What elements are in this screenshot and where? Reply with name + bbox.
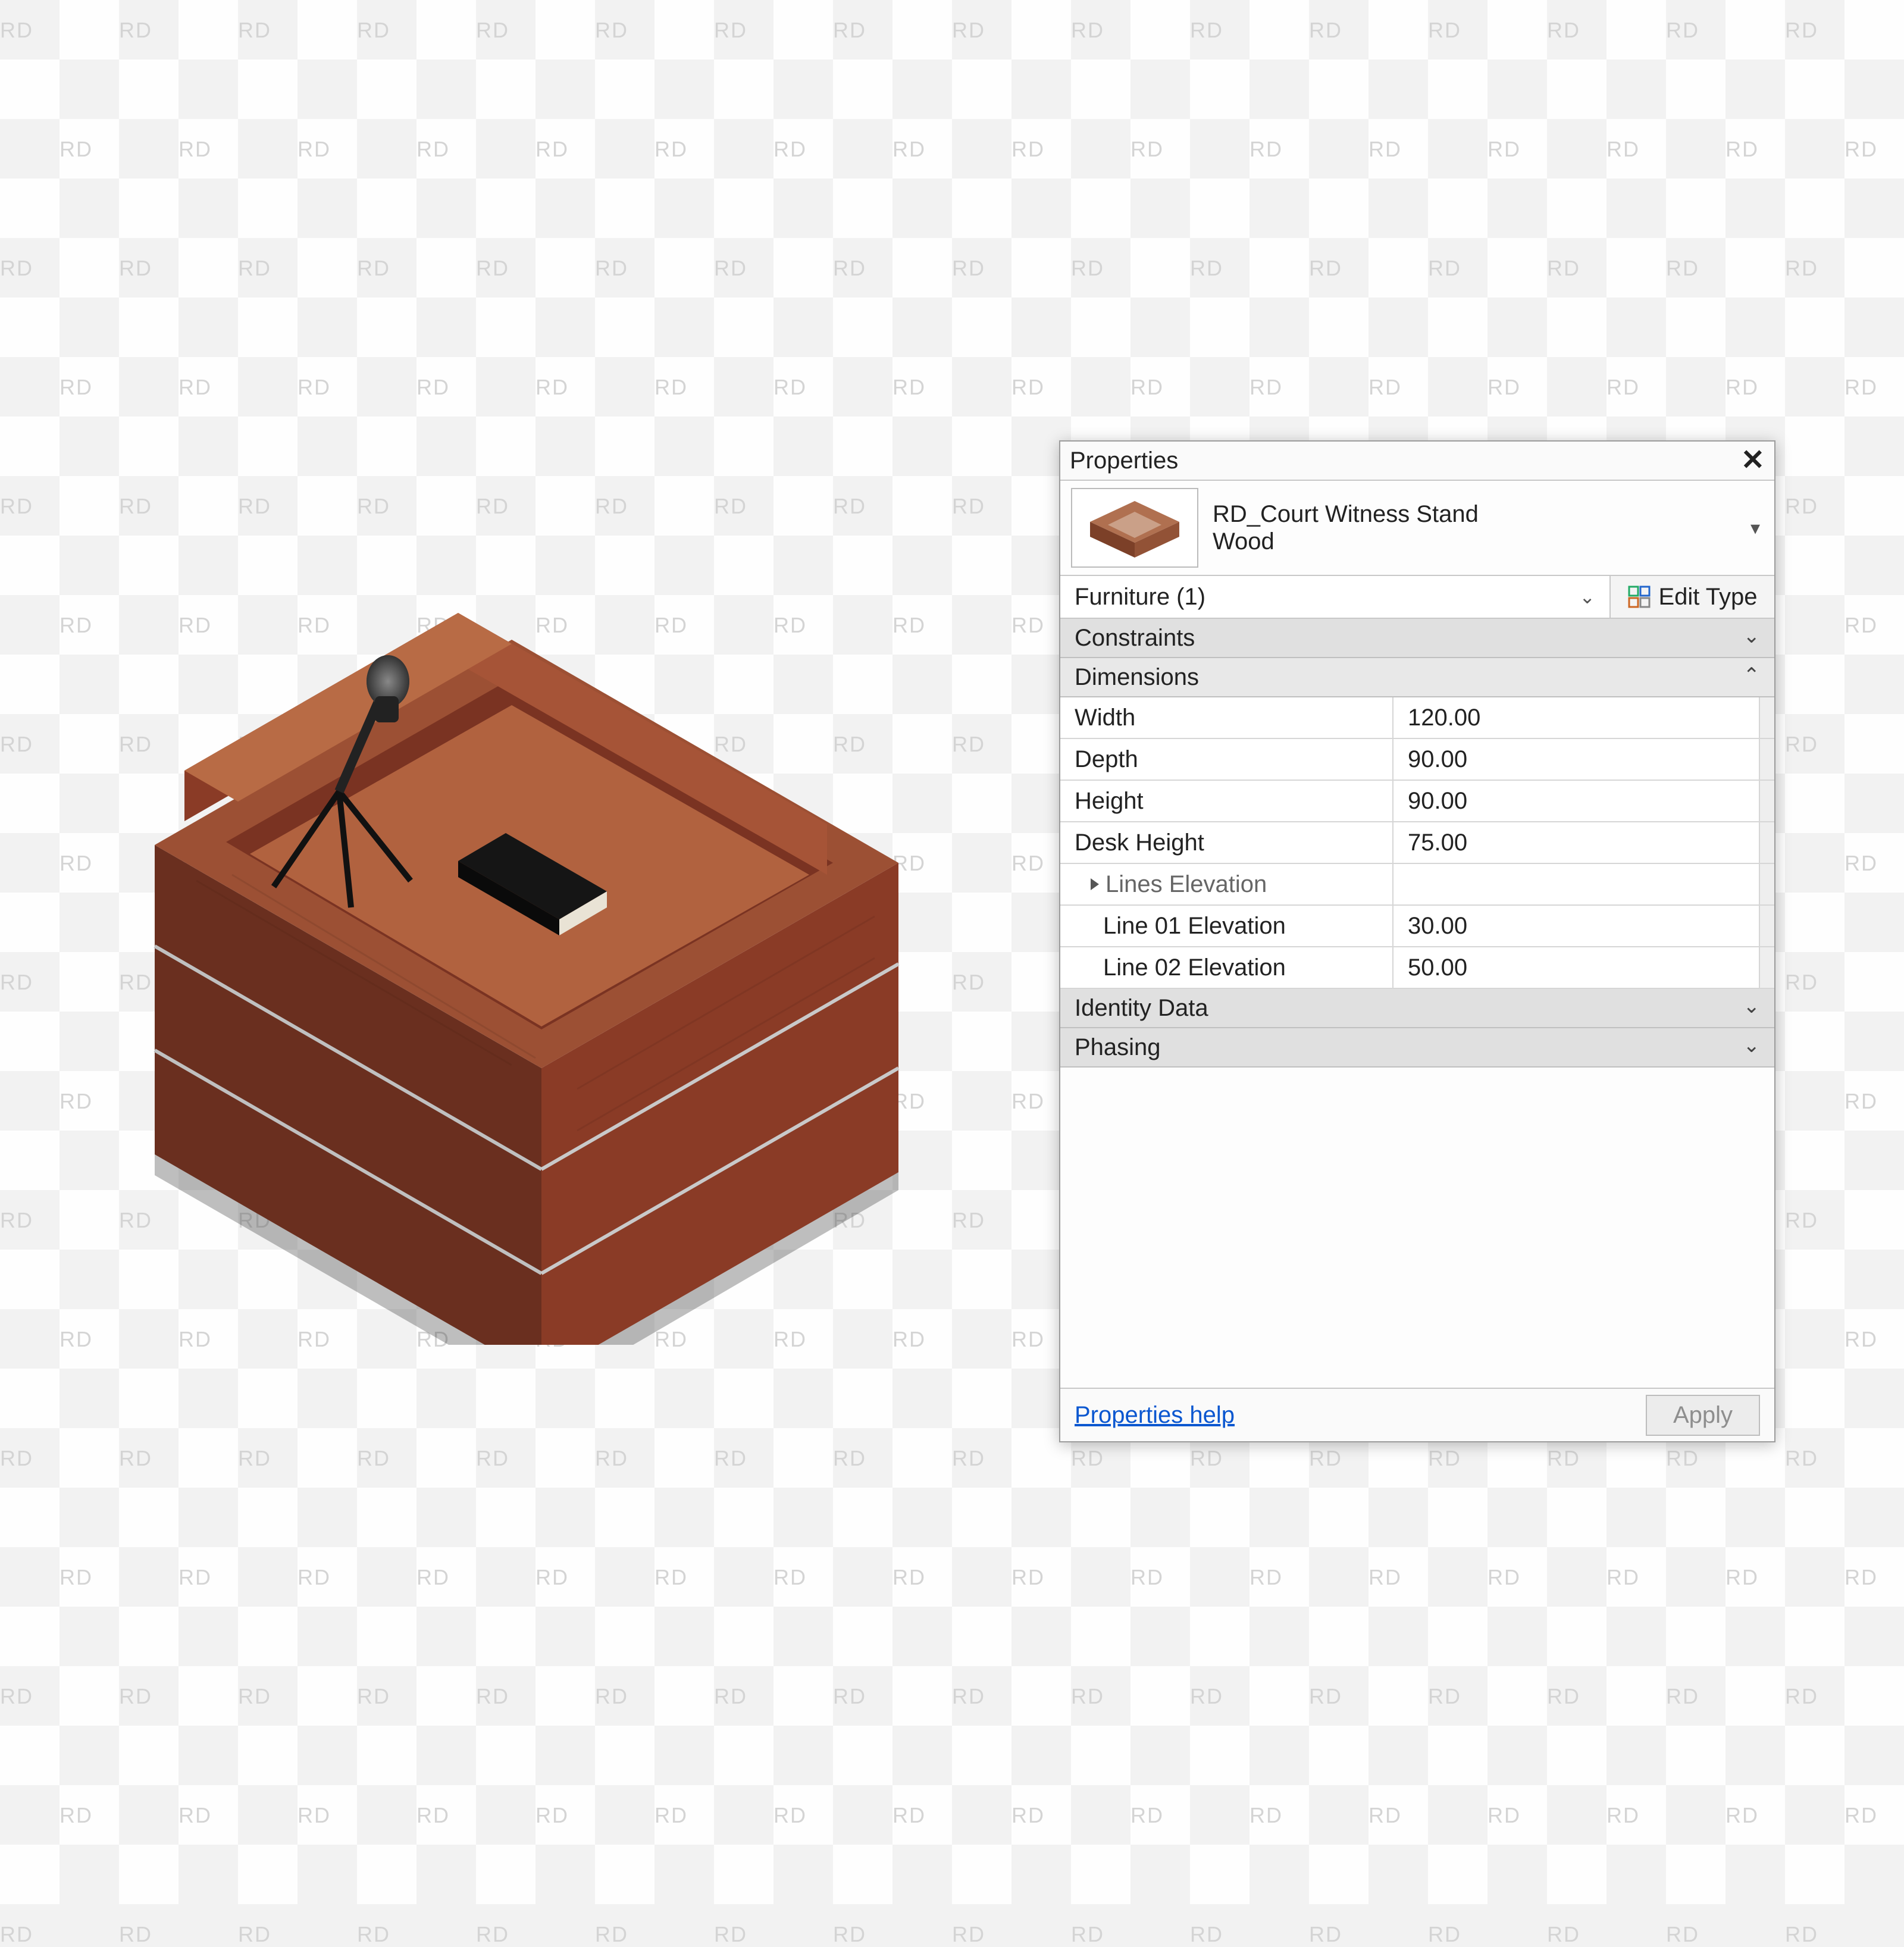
type-dropdown-icon[interactable]: ▾ (1750, 517, 1760, 539)
prop-lines-elevation[interactable]: Lines Elevation (1060, 864, 1774, 906)
apply-button[interactable]: Apply (1646, 1395, 1760, 1436)
prop-line02[interactable]: Line 02 Elevation 50.00 (1060, 947, 1774, 989)
type-thumbnail (1071, 488, 1198, 568)
prop-width[interactable]: Width 120.00 (1060, 697, 1774, 739)
instance-selector[interactable]: Furniture (1) ⌄ (1060, 576, 1609, 618)
edit-type-label: Edit Type (1658, 584, 1757, 611)
prop-desk-height[interactable]: Desk Height 75.00 (1060, 822, 1774, 864)
edit-type-icon (1627, 585, 1651, 609)
expand-triangle-icon[interactable] (1091, 878, 1099, 890)
category-dimensions[interactable]: Dimensions ⌃ (1060, 658, 1774, 697)
collapse-icon: ⌄ (1743, 989, 1761, 1027)
panel-title: Properties (1070, 442, 1178, 480)
category-constraints[interactable]: Constraints ⌄ (1060, 619, 1774, 658)
prop-button[interactable] (1759, 822, 1774, 863)
prop-button[interactable] (1759, 739, 1774, 780)
prop-button[interactable] (1759, 781, 1774, 821)
type-name-line1: RD_Court Witness Stand (1213, 500, 1479, 528)
chevron-down-icon: ⌄ (1579, 586, 1595, 608)
prop-button[interactable] (1759, 947, 1774, 988)
panel-titlebar[interactable]: Properties ✕ (1060, 442, 1774, 481)
type-selector-row[interactable]: RD_Court Witness Stand Wood ▾ (1060, 481, 1774, 575)
type-name: RD_Court Witness Stand Wood (1213, 500, 1479, 555)
collapse-icon: ⌄ (1743, 1028, 1761, 1066)
category-phasing[interactable]: Phasing ⌄ (1060, 1028, 1774, 1068)
prop-line01[interactable]: Line 01 Elevation 30.00 (1060, 906, 1774, 947)
prop-button[interactable] (1759, 864, 1774, 904)
prop-depth[interactable]: Depth 90.00 (1060, 739, 1774, 781)
type-name-line2: Wood (1213, 528, 1479, 555)
panel-empty-area (1060, 1068, 1774, 1388)
expand-icon: ⌃ (1743, 658, 1761, 696)
properties-panel: Properties ✕ RD_Court Witness Stand Wood… (1059, 440, 1775, 1442)
collapse-icon: ⌄ (1743, 619, 1761, 657)
prop-button[interactable] (1759, 697, 1774, 738)
edit-type-button[interactable]: Edit Type (1609, 576, 1774, 618)
properties-help-link[interactable]: Properties help (1075, 1402, 1235, 1429)
category-identity[interactable]: Identity Data ⌄ (1060, 989, 1774, 1028)
panel-footer: Properties help Apply (1060, 1388, 1774, 1441)
close-icon[interactable]: ✕ (1741, 442, 1765, 480)
witness-stand-render (125, 512, 958, 1345)
prop-height[interactable]: Height 90.00 (1060, 781, 1774, 822)
instance-selector-label: Furniture (1) (1075, 584, 1205, 611)
model-preview[interactable] (125, 512, 958, 1345)
prop-button[interactable] (1759, 906, 1774, 946)
